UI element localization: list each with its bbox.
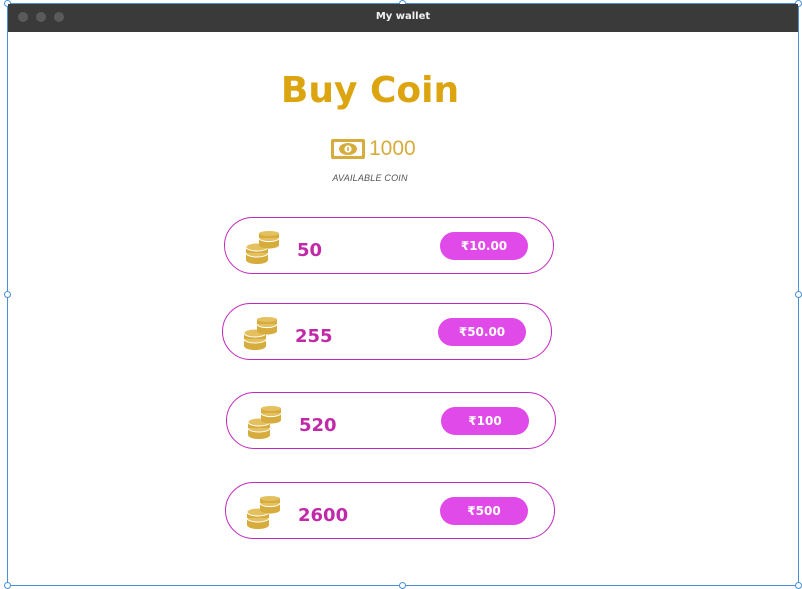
coins-icon — [247, 406, 282, 439]
coin-amount: 255 — [295, 326, 333, 347]
resize-handle-left[interactable] — [4, 291, 11, 298]
buy-price-button[interactable]: ₹50.00 — [438, 318, 526, 346]
resize-handle-bottom[interactable] — [399, 582, 406, 589]
buy-price-button[interactable]: ₹10.00 — [440, 232, 528, 260]
coin-package-card[interactable]: 520 ₹100 — [226, 392, 556, 449]
coins-icon — [245, 231, 280, 264]
buy-price-button[interactable]: ₹500 — [440, 497, 528, 525]
resize-handle-bottom-left[interactable] — [4, 582, 11, 589]
balance-display: 1000 — [330, 136, 416, 162]
coin-amount: 2600 — [298, 505, 349, 526]
coins-icon — [246, 496, 281, 529]
window-titlebar: My wallet — [8, 4, 798, 32]
money-icon — [331, 139, 365, 159]
page-title: Buy Coin — [280, 70, 460, 111]
coin-package-card[interactable]: 255 ₹50.00 — [222, 303, 552, 360]
balance-label: AVAILABLE COIN — [332, 173, 408, 183]
coins-icon — [243, 317, 278, 350]
resize-handle-right[interactable] — [795, 291, 802, 298]
resize-handle-bottom-right[interactable] — [795, 582, 802, 589]
coin-package-card[interactable]: 2600 ₹500 — [225, 482, 555, 539]
coin-package-card[interactable]: 50 ₹10.00 — [224, 217, 554, 274]
window-title: My wallet — [375, 11, 431, 22]
balance-value: 1000 — [369, 137, 416, 160]
coin-amount: 520 — [299, 415, 337, 436]
buy-price-button[interactable]: ₹100 — [441, 407, 529, 435]
coin-amount: 50 — [297, 240, 323, 261]
